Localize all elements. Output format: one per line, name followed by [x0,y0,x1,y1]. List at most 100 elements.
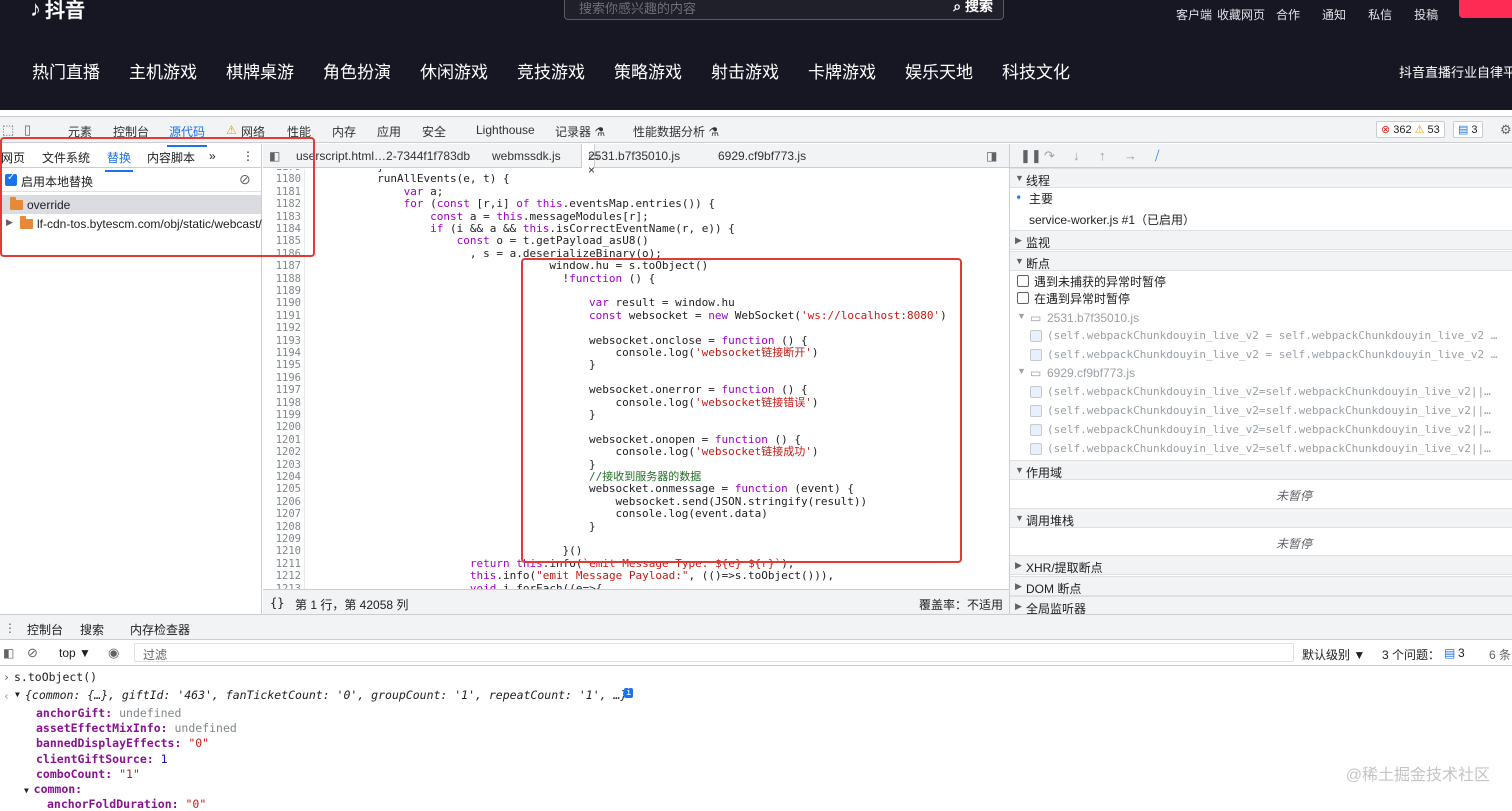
clear-console-icon[interactable]: ⊘ [27,645,38,661]
expand-triangle-icon[interactable]: ▼ [24,786,34,795]
breakpoint-checkbox[interactable] [1030,405,1042,417]
line-number[interactable]: 1199 [276,409,301,421]
site-link-bookmark[interactable]: 收藏网页 [1217,6,1265,23]
breakpoint-checkbox[interactable] [1030,330,1042,342]
info-counter[interactable]: ▤ 3 [1453,121,1483,138]
thread-service-worker[interactable]: service-worker.js #1（已启用） [1029,211,1195,228]
line-number[interactable]: 1209 [276,533,301,545]
thread-main[interactable]: 主要 [1029,190,1053,207]
object-property[interactable]: anchorFoldDuration: "0" [47,797,206,811]
drawer-tab-search[interactable]: 搜索 [80,621,104,638]
pause-uncaught-checkbox[interactable] [1017,275,1029,287]
expand-arrow-icon[interactable]: ▼ [1017,366,1026,376]
line-number[interactable]: 1205 [276,483,301,495]
inspect-element-icon[interactable]: ⬚ [2,122,14,138]
line-number[interactable]: 1212 [276,570,301,582]
line-number[interactable]: 1200 [276,421,301,433]
tab-lighthouse[interactable]: Lighthouse [476,123,535,137]
pause-icon[interactable]: ❚❚ [1020,148,1042,164]
eye-icon[interactable]: ◉ [108,645,119,661]
editor-tab[interactable]: userscript.html…2-7344f1f783db [296,149,470,163]
login-button[interactable] [1459,0,1512,18]
section-scope[interactable]: ▼ 作用域 [1010,460,1512,480]
line-number[interactable]: 1210 [276,545,301,557]
nav-item[interactable]: 竞技游戏 [517,58,585,83]
nav-item[interactable]: 棋牌桌游 [226,58,294,83]
object-property[interactable]: clientGiftSource: 1 [36,752,168,766]
line-number[interactable]: 1207 [276,508,301,520]
object-property[interactable]: anchorGift: undefined [36,706,181,720]
site-search-button[interactable]: ⌕ 搜索 [953,0,993,16]
object-property[interactable]: comboCount: "1" [36,767,140,781]
line-number[interactable]: 1195 [276,359,301,371]
step-over-icon[interactable]: ↷ [1044,148,1055,164]
nav-item[interactable]: 角色扮演 [323,58,391,83]
line-number[interactable]: 1208 [276,521,301,533]
toggle-debugger-icon[interactable]: ◨ [986,149,997,163]
line-number[interactable]: 1189 [276,285,301,297]
expand-triangle-icon[interactable]: ▼ [15,690,20,699]
step-into-icon[interactable]: ↓ [1073,148,1080,163]
console-output[interactable]: › s.toObject() ‹ ▼ {common: {…}, giftId:… [0,666,1512,811]
line-number[interactable]: 1204 [276,471,301,483]
line-number[interactable]: 1201 [276,434,301,446]
section-watch[interactable]: ▶ 监视 [1010,230,1512,250]
line-number[interactable]: 1191 [276,310,301,322]
pause-caught-checkbox[interactable] [1017,292,1029,304]
nav-item[interactable]: 卡牌游戏 [808,58,876,83]
site-link-message[interactable]: 私信 [1368,6,1392,23]
line-number[interactable]: 1194 [276,347,301,359]
context-selector[interactable]: top ▼ [59,646,91,660]
console-filter-input[interactable]: 过滤 [134,643,1294,662]
nav-item[interactable]: 休闲游戏 [420,58,488,83]
nav-item[interactable]: 主机游戏 [129,58,197,83]
section-call-stack[interactable]: ▼ 调用堆栈 [1010,508,1512,528]
site-link-notify[interactable]: 通知 [1322,6,1346,23]
object-property[interactable]: assetEffectMixInfo: undefined [36,721,237,735]
tab-application[interactable]: 应用 [377,123,401,140]
info-badge-icon[interactable]: i [624,688,634,698]
tab-memory[interactable]: 内存 [332,123,356,140]
section-breakpoints[interactable]: ▼ 断点 [1010,251,1512,271]
site-right-text[interactable]: 抖音直播行业自律平 [1399,62,1512,81]
issues-counter[interactable]: ⊗ 362 ⚠ 53 [1376,121,1445,138]
line-number[interactable]: 1206 [276,496,301,508]
site-link-client[interactable]: 客户端 [1176,6,1212,23]
site-link-upload[interactable]: 投稿 [1414,6,1438,23]
breakpoint-checkbox[interactable] [1030,386,1042,398]
line-number[interactable]: 1203 [276,459,301,471]
nav-item[interactable]: 射击游戏 [711,58,779,83]
pretty-print-icon[interactable]: {} [270,596,284,610]
expand-arrow-icon[interactable]: ▼ [1017,311,1026,321]
drawer-tab-console[interactable]: 控制台 [24,621,66,645]
site-link-cooperate[interactable]: 合作 [1276,6,1300,23]
douyin-logo[interactable]: ♪ 抖音 [30,0,85,23]
section-xhr-breakpoints[interactable]: ▶ XHR/提取断点 [1010,555,1512,575]
drawer-tab-memory-inspector[interactable]: 内存检查器 [130,621,190,638]
sidebar-toggle-icon[interactable]: ◧ [3,646,14,660]
step-icon[interactable]: → [1124,148,1137,163]
issues-label[interactable]: 3 个问题： [1382,646,1440,663]
line-number[interactable]: 1192 [276,322,301,334]
line-number[interactable]: 1202 [276,446,301,458]
settings-gear-icon[interactable]: ⚙ [1500,122,1512,138]
step-out-icon[interactable]: ↑ [1099,148,1106,163]
section-global-listeners[interactable]: ▶ 全局监听器 [1010,596,1512,614]
drawer-menu-icon[interactable]: ⋮ [4,621,16,635]
breakpoint-checkbox[interactable] [1030,349,1042,361]
line-number[interactable]: 1190 [276,297,301,309]
line-number[interactable]: 1187 [276,260,301,272]
line-number[interactable]: 1196 [276,372,301,384]
line-number[interactable]: 1193 [276,335,301,347]
section-threads[interactable]: ▼ 线程 [1010,168,1512,188]
line-number[interactable]: 1197 [276,384,301,396]
nav-item[interactable]: 娱乐天地 [905,58,973,83]
tab-perf-insights[interactable]: 性能数据分析 ⚗ [633,123,719,140]
tab-recorder[interactable]: 记录器 ⚗ [555,123,605,140]
breakpoint-checkbox[interactable] [1030,443,1042,455]
deactivate-breakpoints-icon[interactable]: ⧸ [1155,148,1159,164]
line-number[interactable]: 1198 [276,397,301,409]
line-number[interactable]: 1188 [276,273,301,285]
nav-item[interactable]: 策略游戏 [614,58,682,83]
editor-tab-active[interactable]: ▭ 2531.b7f35010.js × [581,144,680,177]
